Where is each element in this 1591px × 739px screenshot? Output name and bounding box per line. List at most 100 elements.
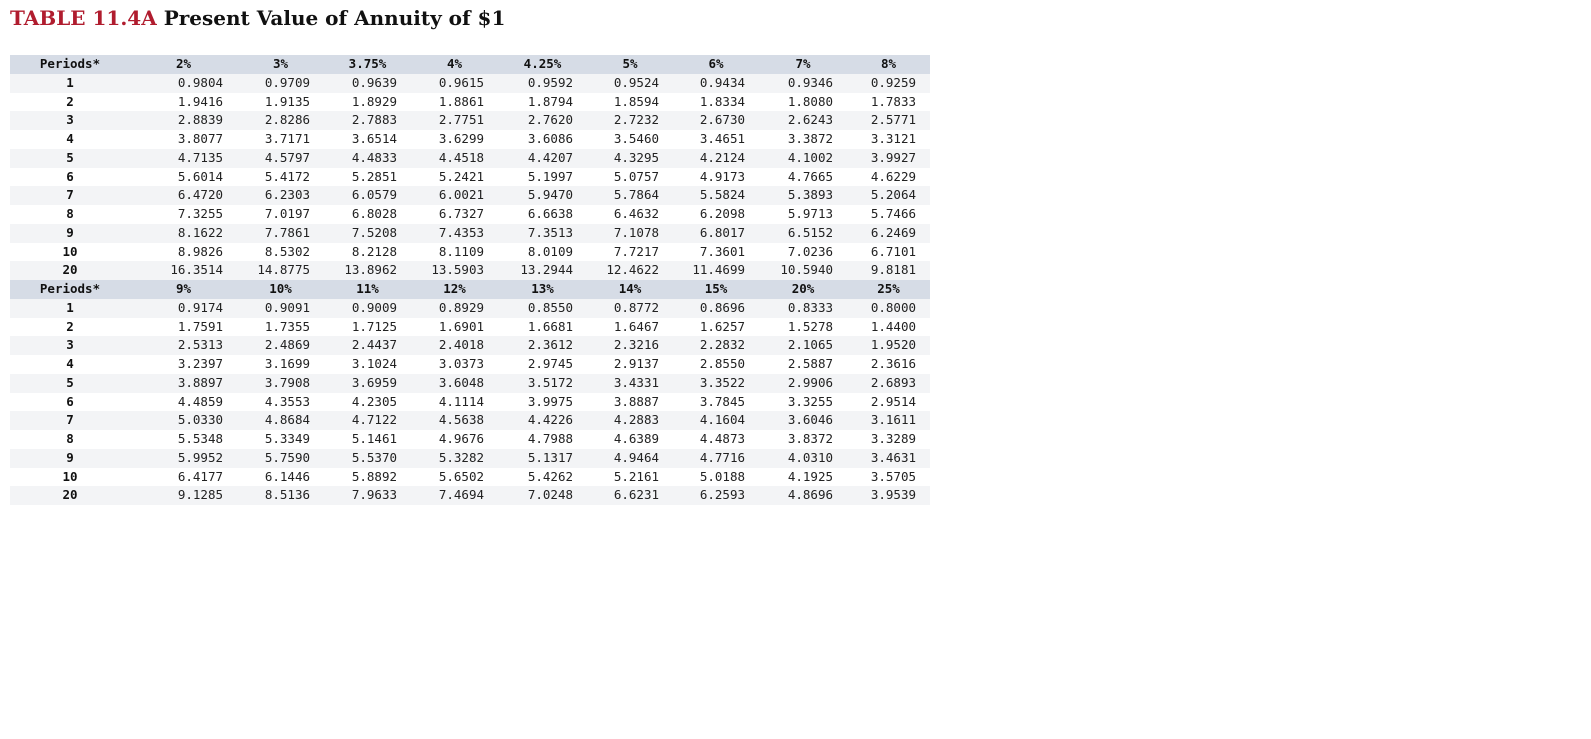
value-cell: 5.5348 [177, 431, 223, 446]
value-cell: 1.7591 [177, 318, 223, 334]
rate-column-header: 11% [356, 281, 379, 296]
value-cell: 3.3121 [870, 131, 916, 146]
value-cell: 2.3612 [527, 337, 573, 353]
value-cell: 3.6514 [351, 131, 397, 146]
table-row: 7 6.4720 6.2303 6.0579 6.0021 5.9470 5.7864 5.5… [10, 186, 930, 205]
table-title: TABLE 11.4A Present Value of Annuity of … [10, 6, 505, 30]
value-cell: 5.7590 [264, 449, 310, 465]
value-cell: 0.8333 [787, 299, 833, 315]
value-cell: 0.9434 [699, 74, 745, 90]
value-cell: 4.2305 [351, 393, 397, 409]
value-cell: 12.4622 [606, 262, 659, 278]
value-cell: 4.1114 [438, 393, 484, 409]
value-cell: 1.8594 [613, 93, 659, 109]
value-cell: 5.9470 [527, 187, 573, 203]
value-cell: 1.9520 [870, 337, 916, 353]
value-cell: 4.4833 [351, 149, 397, 165]
value-cell: 0.9259 [870, 74, 916, 90]
rate-column-header: 20% [791, 281, 815, 296]
value-cell: 4.2883 [613, 412, 659, 428]
period-cell: 4 [66, 131, 74, 146]
value-cell: 3.9927 [870, 149, 916, 165]
rate-column-header: 7% [795, 56, 811, 71]
value-cell: 3.8372 [787, 431, 833, 446]
value-cell: 7.3513 [527, 224, 573, 240]
value-cell: 5.0188 [699, 468, 745, 484]
rate-column-header: 4% [446, 56, 463, 71]
value-cell: 6.4632 [613, 206, 659, 221]
rate-column-header: 10% [269, 281, 292, 296]
period-cell: 7 [66, 187, 74, 203]
value-cell: 4.4207 [527, 149, 573, 165]
value-cell: 2.7620 [527, 112, 573, 128]
rate-column-header: 3% [272, 56, 289, 71]
table-row: 6 4.4859 4.3553 4.2305 4.1114 3.9975 3.8887 3.7… [10, 392, 930, 412]
value-cell: 2.8286 [264, 112, 310, 128]
table-title-text: Present Value of Annuity of $1 [163, 6, 506, 30]
rate-column-header: 3.75% [348, 56, 387, 71]
period-cell: 8 [66, 431, 74, 446]
value-cell: 0.9804 [177, 74, 223, 90]
value-cell: 2.4437 [351, 337, 397, 353]
value-cell: 3.6048 [438, 374, 484, 390]
value-cell: 0.8000 [870, 299, 916, 315]
rate-column-header: 4.25% [523, 56, 562, 71]
value-cell: 0.9091 [264, 299, 310, 315]
value-cell: 6.7101 [870, 243, 916, 259]
table-row: 10 6.4177 6.1446 5.8892 5.6502 5.4262 5.2161 5.… [10, 467, 930, 487]
period-cell: 1 [66, 299, 74, 315]
value-cell: 7.1078 [613, 224, 659, 240]
table-row: 20 9.1285 8.5136 7.9633 7.4694 7.0248 6.6231 6.… [10, 486, 930, 505]
value-cell: 4.9676 [438, 431, 484, 446]
value-cell: 2.3216 [613, 337, 659, 353]
value-cell: 8.1109 [438, 243, 484, 259]
value-cell: 5.5824 [699, 187, 745, 203]
value-cell: 0.9709 [264, 74, 310, 90]
value-cell: 4.2124 [699, 149, 745, 165]
value-cell: 7.7217 [613, 243, 659, 259]
value-cell: 6.6638 [527, 206, 573, 221]
table-row: 8 5.5348 5.3349 5.1461 4.9676 4.7988 4.6389 4.4… [10, 430, 930, 449]
annuity-table-body: Periods* 2% 3% 3.75% 4% 4.25% 5% 6% 7% 8% 1 0.9804 0… [10, 55, 930, 505]
value-cell: 3.5460 [613, 131, 659, 146]
value-cell: 1.6467 [613, 318, 659, 334]
period-cell: 6 [66, 393, 74, 409]
value-cell: 3.5705 [870, 468, 916, 484]
value-cell: 4.5797 [264, 149, 310, 165]
table-row: 2 1.7591 1.7355 1.7125 1.6901 1.6681 1.6467 1.6… [10, 317, 930, 337]
period-cell: 4 [66, 356, 74, 371]
rate-column-header: 2% [175, 56, 192, 71]
period-cell: 3 [66, 112, 74, 128]
value-cell: 6.1446 [264, 468, 310, 484]
value-cell: 7.3601 [699, 243, 745, 259]
value-cell: 6.4177 [177, 468, 223, 484]
table-row: 5 4.7135 4.5797 4.4833 4.4518 4.4207 4.3295 4.2… [10, 148, 930, 168]
value-cell: 5.0757 [613, 168, 659, 184]
value-cell: 3.6086 [527, 131, 573, 146]
periods-column-header: Periods* [39, 281, 101, 296]
value-cell: 0.8696 [699, 299, 745, 315]
value-cell: 1.8861 [438, 93, 484, 109]
value-cell: 3.5172 [527, 374, 573, 390]
value-cell: 3.6959 [351, 374, 397, 390]
period-cell: 20 [62, 487, 78, 503]
value-cell: 11.4699 [692, 262, 745, 278]
value-cell: 1.9135 [264, 93, 310, 109]
value-cell: 1.9416 [177, 93, 223, 109]
value-cell: 5.2421 [438, 168, 484, 184]
value-cell: 3.6299 [438, 131, 484, 146]
value-cell: 13.2944 [520, 262, 573, 278]
value-cell: 4.7135 [177, 149, 223, 165]
value-cell: 3.8897 [177, 374, 223, 390]
value-cell: 14.8775 [257, 262, 310, 278]
value-cell: 2.5313 [177, 337, 223, 353]
value-cell: 3.1611 [870, 412, 916, 428]
value-cell: 0.9009 [351, 299, 397, 315]
value-cell: 5.7864 [613, 187, 659, 203]
table-row: 3 2.8839 2.8286 2.7883 2.7751 2.7620 2.7232 2.6… [10, 111, 930, 130]
value-cell: 4.7988 [527, 431, 573, 446]
value-cell: 7.0248 [527, 487, 573, 503]
value-cell: 4.0310 [787, 449, 833, 465]
period-cell: 2 [66, 93, 74, 109]
value-cell: 16.3514 [170, 262, 223, 278]
